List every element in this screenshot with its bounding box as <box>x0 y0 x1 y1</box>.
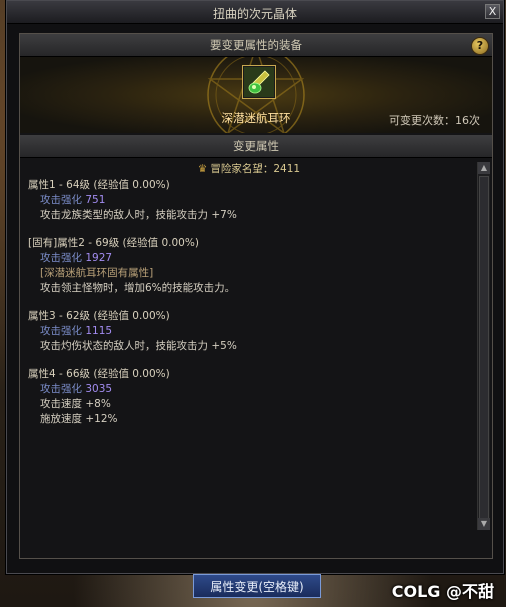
attribute-effect: 施放速度 +12% <box>40 413 118 425</box>
attribute-heading: 属性4 - 66级 (经验值 0.00%) <box>28 368 170 380</box>
attack-enhance-label: 攻击强化 <box>40 325 86 337</box>
close-icon[interactable]: X <box>485 4 500 19</box>
attack-enhance-line: 攻击强化 1115 <box>28 324 470 339</box>
attribute-effect: 攻击领主怪物时，增加6%的技能攻击力。 <box>40 282 236 294</box>
equip-section-header: 要变更属性的装备 ? <box>20 34 492 57</box>
attack-enhance-value: 1115 <box>85 325 113 337</box>
equip-area: 深潜迷航耳环 可变更次数：16次 <box>20 57 492 133</box>
attr-section-header: 变更属性 <box>20 135 492 158</box>
equip-section-title: 要变更属性的装备 <box>210 38 302 52</box>
dimension-crystal-window: 扭曲的次元晶体 X 要变更属性的装备 ? 深潜迷航耳环 可变更次数：16次 变更… <box>6 0 504 574</box>
attack-enhance-value: 1927 <box>85 252 113 264</box>
change-count: 可变更次数：16次 <box>389 114 480 127</box>
attribute-effect: 攻击灼伤状态的敌人时，技能攻击力 +5% <box>40 340 237 352</box>
attribute-effect: 攻击速度 +8% <box>40 398 111 410</box>
attribute-2: [固有]属性2 - 69级 (经验值 0.00%) 攻击强化 1927 [深潜迷… <box>28 236 470 296</box>
attack-enhance-line: 攻击强化 751 <box>28 193 470 208</box>
attribute-heading: [固有]属性2 - 69级 (经验值 0.00%) <box>28 237 199 249</box>
window-title: 扭曲的次元晶体 <box>212 7 297 21</box>
attack-enhance-value: 3035 <box>85 383 113 395</box>
attribute-3: 属性3 - 62级 (经验值 0.00%) 攻击强化 1115 攻击灼伤状态的敌… <box>28 309 470 354</box>
equipment-slot[interactable] <box>242 65 276 99</box>
adventurer-fame: ♛ 冒险家名望：2411 <box>28 162 470 177</box>
main-panel: 要变更属性的装备 ? 深潜迷航耳环 可变更次数：16次 变更属性 ♛ 冒险家名望… <box>19 33 493 559</box>
scroll-down-icon[interactable]: ▼ <box>478 518 490 530</box>
attack-enhance-line: 攻击强化 1927 <box>28 251 470 266</box>
attribute-1: 属性1 - 64级 (经验值 0.00%) 攻击强化 751 攻击龙族类型的敌人… <box>28 178 470 223</box>
attribute-list: ♛ 冒险家名望：2411 属性1 - 64级 (经验值 0.00%) 攻击强化 7… <box>20 158 492 534</box>
fame-crown-icon: ♛ <box>197 163 208 175</box>
attribute-change-button[interactable]: 属性变更(空格键) <box>193 574 321 598</box>
attribute-scrollbar[interactable]: ▲ ▼ <box>477 162 490 530</box>
attribute-4: 属性4 - 66级 (经验值 0.00%) 攻击强化 3035 攻击速度 +8%… <box>28 367 470 427</box>
bottom-bar: 属性变更(空格键) COLG @不甜 <box>0 572 506 607</box>
attr-section-title: 变更属性 <box>233 139 279 153</box>
attribute-effect: 攻击龙族类型的敌人时，技能攻击力 +7% <box>40 209 237 221</box>
fame-text: 冒险家名望：2411 <box>210 163 301 175</box>
window-titlebar[interactable]: 扭曲的次元晶体 X <box>7 1 503 24</box>
inherent-attribute-note: [深潜迷航耳环固有属性] <box>40 267 154 279</box>
earring-icon <box>244 67 274 97</box>
attribute-heading: 属性1 - 64级 (经验值 0.00%) <box>28 179 170 191</box>
attack-enhance-line: 攻击强化 3035 <box>28 382 470 397</box>
attack-enhance-label: 攻击强化 <box>40 194 86 206</box>
attack-enhance-label: 攻击强化 <box>40 383 86 395</box>
scroll-up-icon[interactable]: ▲ <box>478 162 490 174</box>
attack-enhance-label: 攻击强化 <box>40 252 86 264</box>
attribute-heading: 属性3 - 62级 (经验值 0.00%) <box>28 310 170 322</box>
help-icon[interactable]: ? <box>471 37 489 55</box>
watermark: COLG @不甜 <box>391 582 494 601</box>
attack-enhance-value: 751 <box>85 194 106 206</box>
scroll-thumb[interactable] <box>479 176 489 522</box>
